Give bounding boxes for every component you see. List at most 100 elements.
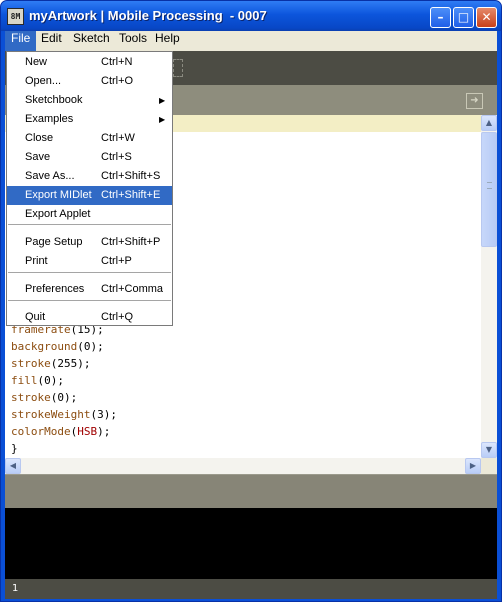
close-icon: ✕ xyxy=(481,10,492,24)
window-title: myArtwork | Mobile Processing - 0007 xyxy=(29,8,267,23)
menu-file[interactable]: File xyxy=(5,31,37,51)
code-keyword: colorMode xyxy=(11,425,71,438)
menu-separator xyxy=(8,272,171,273)
menu-item-save[interactable]: Save Ctrl+S xyxy=(7,148,172,167)
toolbar-handle xyxy=(173,59,183,77)
menu-item-examples[interactable]: Examples ▶ xyxy=(7,110,172,129)
close-button[interactable]: ✕ xyxy=(476,7,497,28)
menu-item-close[interactable]: Close Ctrl+W xyxy=(7,129,172,148)
scroll-right-button[interactable]: ▶ xyxy=(465,458,481,474)
vertical-scrollbar[interactable]: ▲ ▼ xyxy=(481,115,497,458)
code-token: ); xyxy=(97,425,111,438)
menu-item-label: New xyxy=(25,56,48,68)
maximize-button[interactable]: □ xyxy=(453,7,474,28)
line-status-bar: 1 xyxy=(5,579,497,599)
menu-item-label: Examples xyxy=(25,113,74,125)
menu-item-label: Save As... xyxy=(25,170,75,182)
minimize-icon: – xyxy=(437,10,444,24)
menu-item-label: Print xyxy=(25,255,48,267)
tab-menu-button[interactable]: ➜ xyxy=(466,93,483,109)
scroll-up-button[interactable]: ▲ xyxy=(481,115,497,131)
minimize-button[interactable]: – xyxy=(430,7,451,28)
arrow-right-icon: ➜ xyxy=(470,95,479,106)
app-window: 8M myArtwork | Mobile Processing - 0007 … xyxy=(0,0,502,602)
menu-item-preferences[interactable]: Preferences Ctrl+Comma xyxy=(7,280,172,299)
chevron-left-icon: ◀ xyxy=(9,461,17,470)
code-keyword: stroke xyxy=(11,391,51,404)
menu-item-label: Export MIDlet xyxy=(25,189,92,201)
code-token: } xyxy=(11,442,18,455)
horizontal-scrollbar[interactable]: ◀ ▶ xyxy=(5,458,481,474)
submenu-arrow-icon: ▶ xyxy=(159,96,166,105)
code-constant: HSB xyxy=(77,425,98,438)
vertical-scroll-thumb[interactable] xyxy=(481,132,497,247)
code-line: strokeWeight(3); xyxy=(11,406,117,423)
menu-item-label: Page Setup xyxy=(25,236,83,248)
menu-item-export-midlet[interactable]: Export MIDlet Ctrl+Shift+E xyxy=(7,186,172,205)
menu-item-save-as[interactable]: Save As... Ctrl+Shift+S xyxy=(7,167,172,186)
menu-separator xyxy=(8,224,171,225)
menu-item-print[interactable]: Print Ctrl+P xyxy=(7,252,172,271)
menu-item-shortcut: Ctrl+Shift+S xyxy=(101,170,161,182)
scrollbar-corner xyxy=(481,458,497,474)
code-keyword: stroke xyxy=(11,357,51,370)
menu-item-shortcut: Ctrl+N xyxy=(101,56,133,68)
code-text: framerate(15); background(0); stroke(255);… xyxy=(11,321,117,457)
code-line: background(0); xyxy=(11,338,117,355)
chevron-down-icon: ▼ xyxy=(485,445,493,454)
code-line: colorMode(HSB); xyxy=(11,423,117,440)
grip-icon xyxy=(487,182,492,189)
menu-item-label: Close xyxy=(25,132,54,144)
code-keyword: background xyxy=(11,340,78,353)
menu-item-page-setup[interactable]: Page Setup Ctrl+Shift+P xyxy=(7,233,172,252)
menu-item-open[interactable]: Open... Ctrl+O xyxy=(7,72,172,91)
chevron-up-icon: ▲ xyxy=(485,118,493,127)
menu-item-sketchbook[interactable]: Sketchbook ▶ xyxy=(7,91,172,110)
menu-item-shortcut: Ctrl+O xyxy=(101,75,134,87)
menu-item-label: Export Applet xyxy=(25,208,91,220)
menu-item-export-applet[interactable]: Export Applet xyxy=(7,205,172,224)
code-token: (0); xyxy=(50,391,78,404)
menu-sketch[interactable]: Sketch xyxy=(67,31,116,51)
menu-item-shortcut: Ctrl+Q xyxy=(101,311,134,323)
app-icon: 8M xyxy=(7,8,24,25)
menu-item-shortcut: Ctrl+W xyxy=(101,132,135,144)
menu-help[interactable]: Help xyxy=(149,31,186,51)
menu-separator xyxy=(8,300,171,301)
menu-item-shortcut: Ctrl+P xyxy=(101,255,132,267)
code-keyword: fill xyxy=(11,374,38,387)
code-line: stroke(0); xyxy=(11,389,117,406)
menu-item-shortcut: Ctrl+S xyxy=(101,151,132,163)
menu-item-label: Preferences xyxy=(25,283,85,295)
code-token: (3); xyxy=(90,408,117,421)
maximize-icon: □ xyxy=(457,10,470,24)
title-bar[interactable]: 8M myArtwork | Mobile Processing - 0007 … xyxy=(1,1,501,31)
menu-item-label: Open... xyxy=(25,75,62,87)
menu-item-label: Save xyxy=(25,151,51,163)
code-keyword: strokeWeight xyxy=(11,408,91,421)
menu-item-shortcut: Ctrl+Comma xyxy=(101,283,164,295)
console-area[interactable] xyxy=(5,508,497,579)
code-line: } xyxy=(11,440,117,457)
code-token: (0); xyxy=(77,340,104,353)
code-token: (0); xyxy=(37,374,65,387)
menu-edit[interactable]: Edit xyxy=(35,31,68,51)
code-line: fill(0); xyxy=(11,372,117,389)
menu-bar: File Edit Sketch Tools Help xyxy=(5,31,497,51)
line-number: 1 xyxy=(12,583,19,594)
menu-item-quit[interactable]: Quit Ctrl+Q xyxy=(7,308,172,327)
scroll-down-button[interactable]: ▼ xyxy=(481,442,497,458)
submenu-arrow-icon: ▶ xyxy=(159,115,166,124)
menu-item-new[interactable]: New Ctrl+N xyxy=(7,53,172,72)
menu-item-shortcut: Ctrl+Shift+E xyxy=(101,189,161,201)
file-menu-dropdown: New Ctrl+N Open... Ctrl+O Sketchbook ▶ Example… xyxy=(6,51,173,326)
chevron-right-icon: ▶ xyxy=(469,461,477,470)
menu-tools[interactable]: Tools xyxy=(113,31,153,51)
message-bar xyxy=(5,474,497,508)
code-token: (255); xyxy=(50,357,91,370)
menu-item-label: Sketchbook xyxy=(25,94,83,106)
code-line: stroke(255); xyxy=(11,355,117,372)
menu-item-shortcut: Ctrl+Shift+P xyxy=(101,236,161,248)
scroll-left-button[interactable]: ◀ xyxy=(5,458,21,474)
menu-item-label: Quit xyxy=(25,311,46,323)
